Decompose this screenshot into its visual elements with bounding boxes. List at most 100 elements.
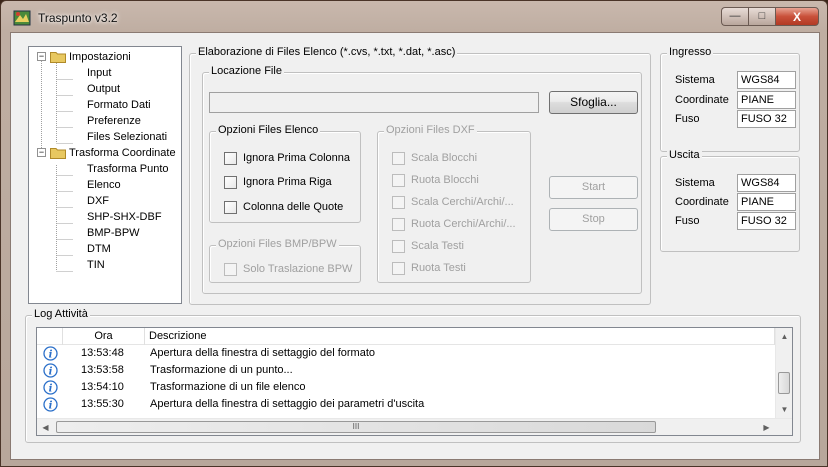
browse-button[interactable]: Sfoglia... [549,91,638,114]
column-header-icon[interactable] [37,328,63,345]
tree-node-impostazioni[interactable]: − Impostazioni [29,49,179,65]
uscita-coordinate-value: PIANE [737,193,796,211]
navigation-tree[interactable]: − Impostazioni Input Output Formato Dati… [28,46,182,304]
ingresso-coordinate-value: PIANE [737,91,796,109]
checkbox-box[interactable] [392,151,405,165]
checkbox-box[interactable] [392,173,405,187]
checkbox-label: Ruota Blocchi [411,174,479,186]
log-row[interactable]: i 13:54:10 Trasformazione di un file ele… [37,379,775,396]
checkbox-box[interactable] [224,175,237,189]
log-row[interactable]: i 13:53:58 Trasformazione di un punto... [37,362,775,379]
checkbox-label: Colonna delle Quote [243,201,344,213]
checkbox-label: Ruota Testi [411,262,466,274]
colonna-quote-checkbox[interactable]: Colonna delle Quote [224,200,343,214]
scala-cerchi-checkbox[interactable]: Scala Cerchi/Archi/... [392,195,514,209]
solo-traslazione-bpw-checkbox[interactable]: Solo Traslazione BPW [224,262,352,276]
tree-item-shp-shx-dbf[interactable]: SHP-SHX-DBF [87,209,162,225]
close-button[interactable]: X [775,7,819,26]
checkbox-label: Scala Blocchi [411,152,478,164]
checkbox-box[interactable] [392,195,405,209]
tree-node-label: Impostazioni [69,51,131,63]
minimize-button[interactable]: — [721,7,748,26]
ingresso-fuso-value: FUSO 32 [737,110,796,128]
log-time: 13:53:58 [81,364,124,376]
ruota-cerchi-checkbox[interactable]: Ruota Cerchi/Archi/... [392,217,516,231]
log-description: Apertura della finestra di settaggio dei… [150,398,425,410]
checkbox-label: Scala Cerchi/Archi/... [411,196,514,208]
checkbox-box[interactable] [224,200,237,214]
maximize-button[interactable]: □ [748,7,775,26]
log-title: Log Attività [32,308,90,320]
horizontal-scroll-thumb[interactable]: III [56,421,656,433]
tree-item-formato-dati[interactable]: Formato Dati [87,97,151,113]
log-description: Trasformazione di un file elenco [150,381,306,393]
caption-buttons: — □ X [721,7,819,27]
tree-item-preferenze[interactable]: Preferenze [87,113,141,129]
column-header-descrizione[interactable]: Descrizione [145,328,775,345]
scroll-up-arrow-icon[interactable]: ▲ [776,328,792,345]
file-path-input[interactable] [209,92,539,113]
uscita-sistema-value: WGS84 [737,174,796,192]
collapse-icon[interactable]: − [37,148,46,157]
tree-item-tin[interactable]: TIN [87,257,105,273]
log-description: Trasformazione di un punto... [150,364,293,376]
tree-node-trasforma-coordinate[interactable]: − Trasforma Coordinate [29,145,179,161]
ingresso-title: Ingresso [667,46,714,58]
ruota-blocchi-checkbox[interactable]: Ruota Blocchi [392,173,479,187]
ignora-prima-colonna-checkbox[interactable]: Ignora Prima Colonna [224,151,350,165]
log-time: 13:55:30 [81,398,124,410]
log-time: 13:53:48 [81,347,124,359]
log-description: Apertura della finestra di settaggio del… [150,347,376,359]
svg-text:i: i [49,401,53,412]
tree-item-dxf[interactable]: DXF [87,193,109,209]
scroll-left-arrow-icon[interactable]: ◀ [37,419,54,435]
log-row[interactable]: i 13:53:48 Apertura della finestra di se… [37,345,775,362]
app-window: Traspunto v3.2 — □ X − Impostazioni Inpu… [0,0,828,467]
log-list[interactable]: Ora Descrizione i 13:53:48 Apertura dell… [36,327,793,436]
ruota-testi-checkbox[interactable]: Ruota Testi [392,261,466,275]
svg-text:i: i [49,350,53,361]
tree-item-output[interactable]: Output [87,81,120,97]
scala-testi-checkbox[interactable]: Scala Testi [392,239,464,253]
checkbox-label: Solo Traslazione BPW [243,263,353,275]
log-horizontal-scrollbar[interactable]: ◀ III ▶ [37,418,792,435]
tree-item-dtm[interactable]: DTM [87,241,111,257]
tree-node-label: Trasforma Coordinate [69,147,176,159]
tree-item-files-selezionati[interactable]: Files Selezionati [87,129,167,145]
checkbox-box[interactable] [392,239,405,253]
checkbox-box[interactable] [392,261,405,275]
uscita-fuso-label: Fuso [675,215,700,227]
title-bar[interactable]: Traspunto v3.2 — □ X [1,1,827,33]
scala-blocchi-checkbox[interactable]: Scala Blocchi [392,151,477,165]
ingresso-fuso-label: Fuso [675,113,700,125]
ignora-prima-riga-checkbox[interactable]: Ignora Prima Riga [224,175,332,189]
start-button[interactable]: Start [549,176,638,199]
uscita-title: Uscita [667,149,702,161]
checkbox-label: Ignora Prima Riga [243,176,332,188]
elaborazione-group: Elaborazione di Files Elenco (*.cvs, *.t… [189,46,651,305]
locazione-file-title: Locazione File [209,65,284,77]
tree-item-bmp-bpw[interactable]: BMP-BPW [87,225,140,241]
ingresso-coordinate-label: Coordinate [675,94,729,106]
column-header-ora[interactable]: Ora [63,328,145,345]
folder-icon [50,148,66,159]
checkbox-label: Ruota Cerchi/Archi/... [411,218,516,230]
uscita-sistema-label: Sistema [675,177,715,189]
log-vertical-scrollbar[interactable]: ▲ ▼ [775,328,792,418]
tree-item-input[interactable]: Input [87,65,111,81]
collapse-icon[interactable]: − [37,52,46,61]
tree-item-elenco[interactable]: Elenco [87,177,121,193]
window-title: Traspunto v3.2 [38,11,118,25]
folder-icon [50,52,66,63]
stop-button[interactable]: Stop [549,208,638,231]
scroll-right-arrow-icon[interactable]: ▶ [758,419,775,435]
app-icon [13,10,31,26]
checkbox-box[interactable] [224,151,237,165]
scroll-down-arrow-icon[interactable]: ▼ [776,401,792,418]
checkbox-box[interactable] [392,217,405,231]
log-row[interactable]: i 13:55:30 Apertura della finestra di se… [37,396,775,413]
tree-item-trasforma-punto[interactable]: Trasforma Punto [87,161,169,177]
vertical-scroll-thumb[interactable] [778,372,790,394]
opzioni-elenco-group: Opzioni Files Elenco Ignora Prima Colonn… [209,124,361,223]
checkbox-box[interactable] [224,262,237,276]
